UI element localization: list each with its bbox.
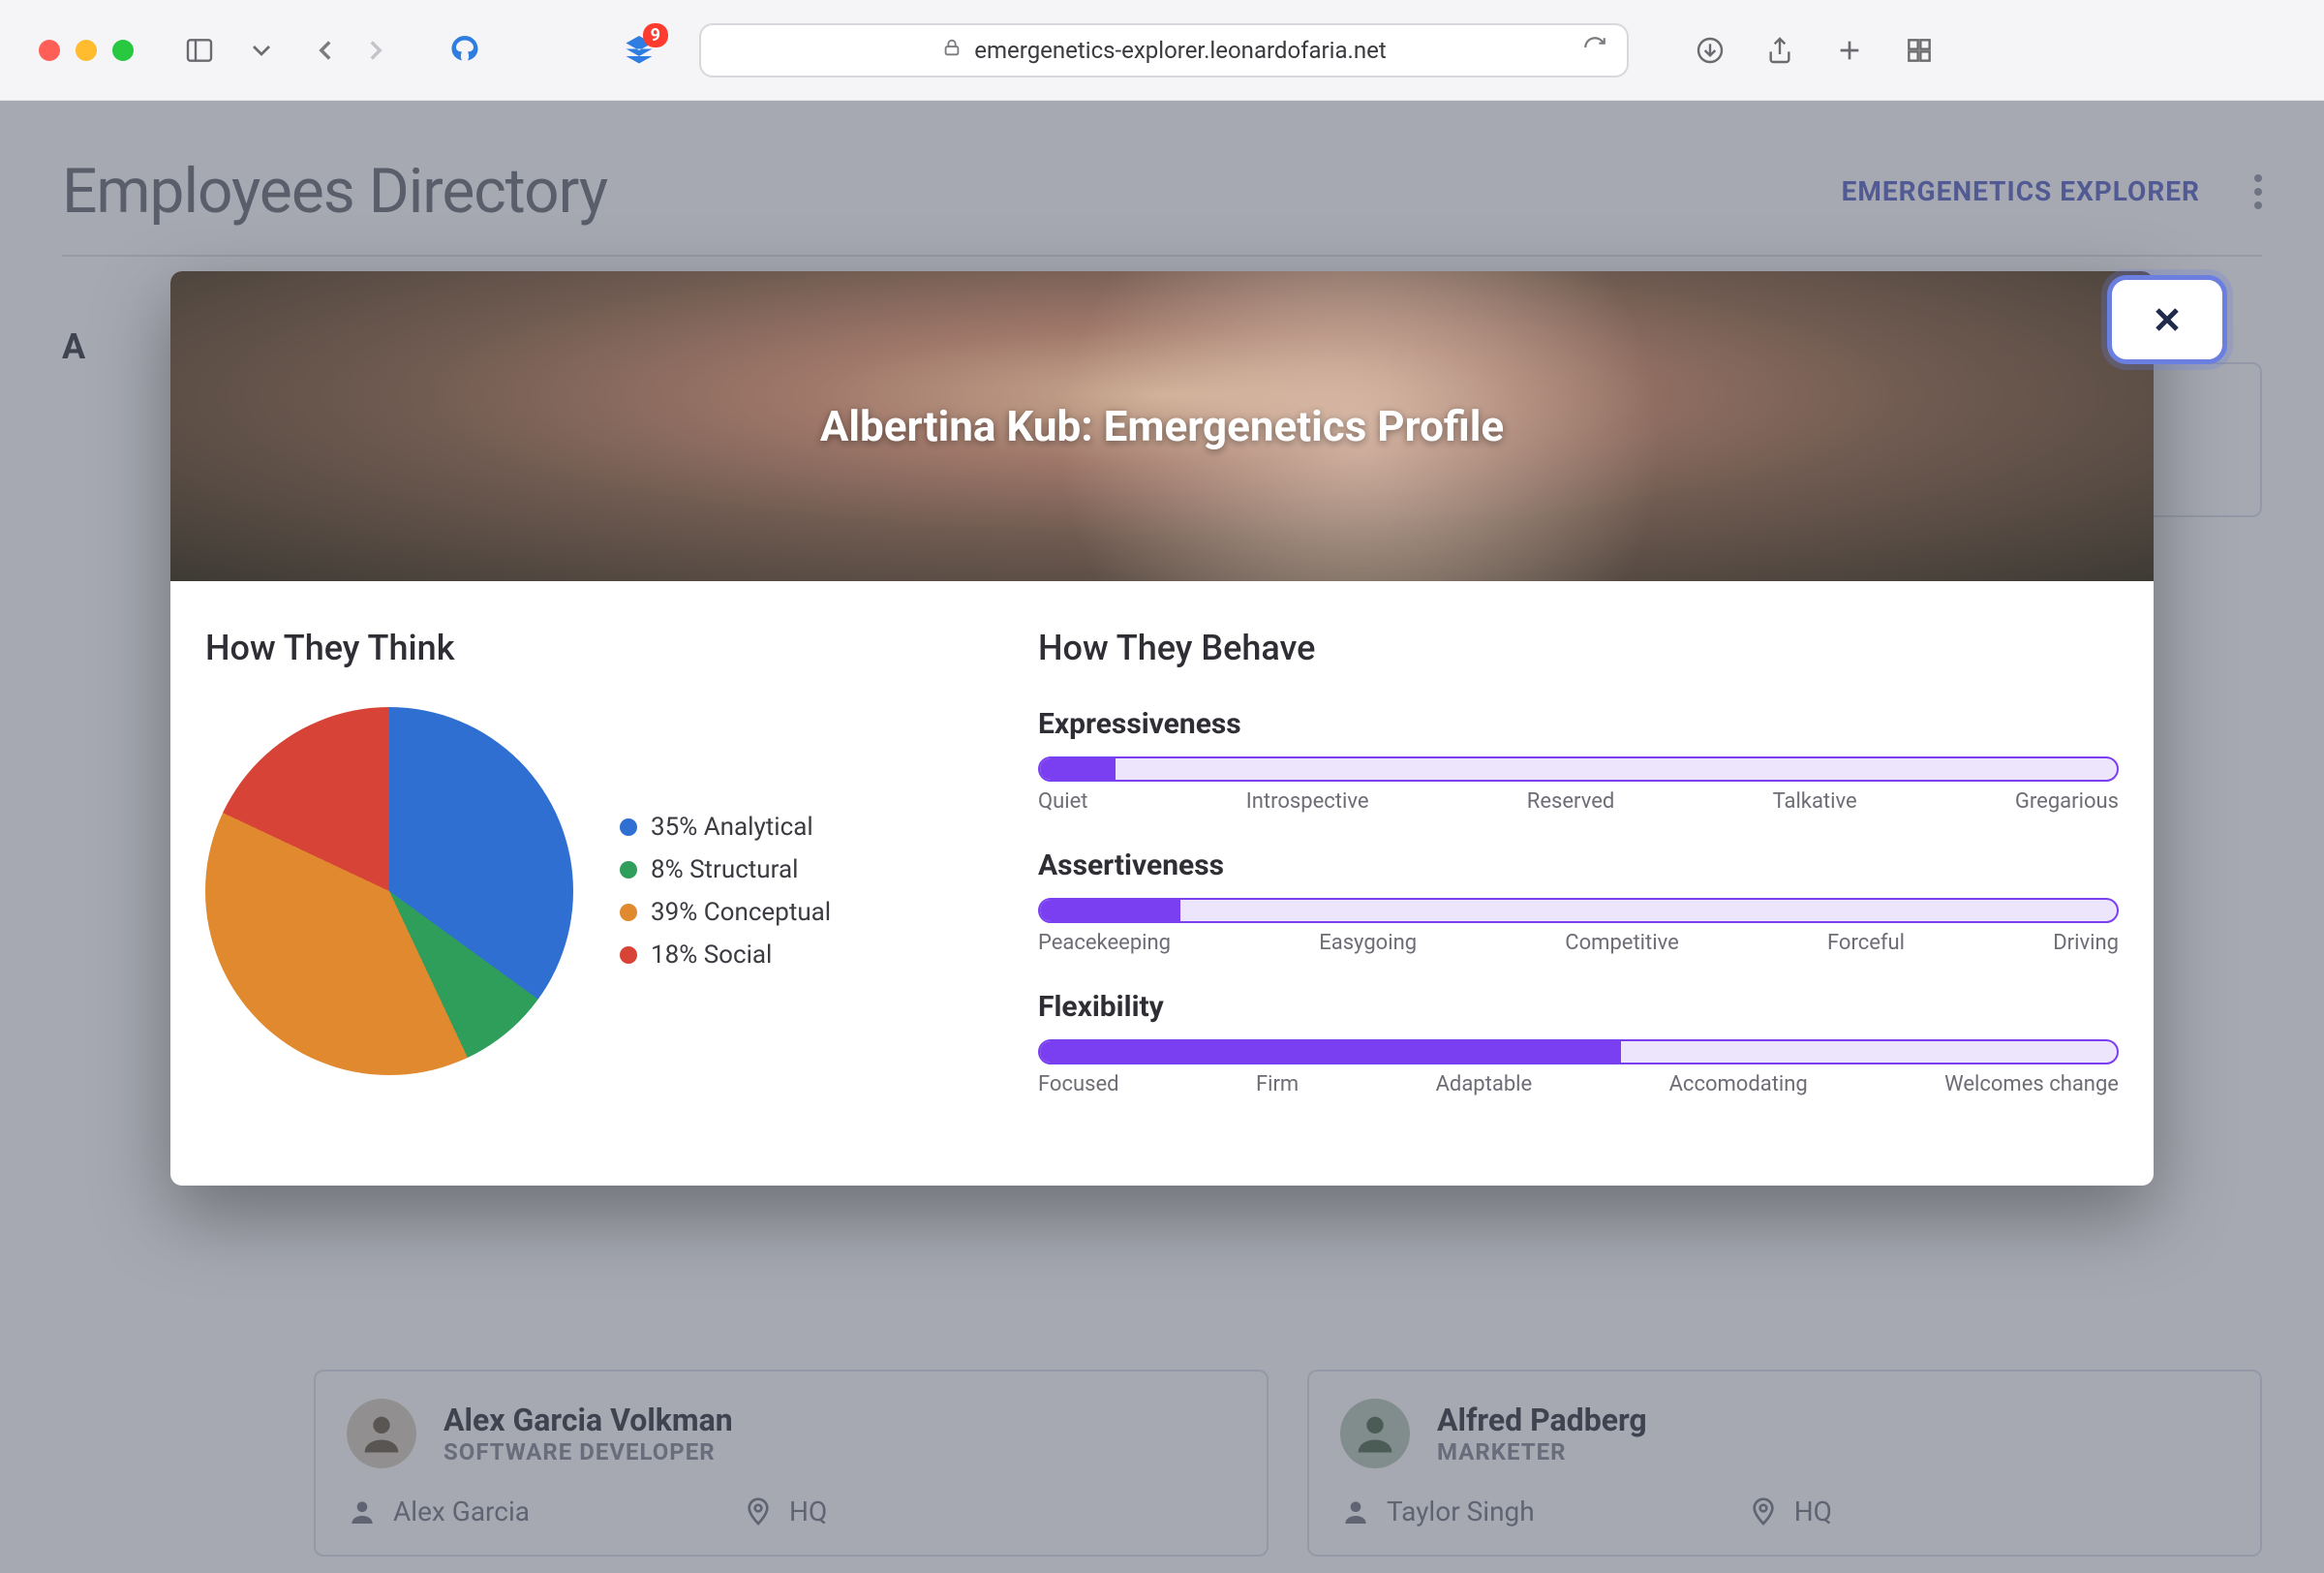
legend-item: 39% Conceptual	[620, 898, 831, 927]
behaviour-scale-label: Forceful	[1827, 931, 1905, 955]
profile-modal: Albertina Kub: Emergenetics Profile How …	[170, 271, 2154, 1186]
behaviour-bar-fill	[1040, 1041, 1621, 1063]
sidebar-toggle-icon[interactable]	[180, 31, 219, 70]
legend-item: 8% Structural	[620, 855, 831, 884]
behaviour-bar	[1038, 898, 2119, 923]
behaviour-label: Assertiveness	[1038, 848, 2119, 882]
behaviour-bar-fill	[1040, 758, 1116, 780]
behaviour-group: Assertiveness Peacekeeping Easygoing Compet…	[1038, 848, 2119, 955]
behaviour-bar	[1038, 1039, 2119, 1064]
behaviour-scale-label: Gregarious	[2015, 789, 2119, 814]
behaviour-label: Expressiveness	[1038, 707, 2119, 741]
behaviour-scale-label: Introspective	[1246, 789, 1369, 814]
window-controls	[39, 40, 134, 61]
think-title: How They Think	[205, 628, 999, 668]
behaviour-scale-label: Focused	[1038, 1072, 1119, 1096]
behaviour-group: Expressiveness Quiet Introspective Reserved…	[1038, 707, 2119, 814]
page-content: Employees Directory EMERGENETICS EXPLORE…	[0, 101, 2324, 1573]
how-they-think-section: How They Think 35% Analytical 8% Structur…	[205, 628, 999, 1131]
behaviour-scale-label: Reserved	[1527, 789, 1614, 814]
share-icon[interactable]	[1760, 31, 1799, 70]
browser-chrome: 9 emergenetics-explorer.leonardofaria.ne…	[0, 0, 2324, 101]
behaviour-scale-label: Accomodating	[1669, 1072, 1808, 1096]
behaviour-scale: Quiet Introspective Reserved Talkative Grega…	[1038, 789, 2119, 814]
lock-icon	[941, 37, 963, 64]
modal-hero: Albertina Kub: Emergenetics Profile	[170, 271, 2154, 581]
how-they-behave-section: How They Behave Expressiveness Quiet Intro…	[1038, 628, 2119, 1131]
behaviour-scale-label: Adaptable	[1436, 1072, 1533, 1096]
close-icon	[2148, 300, 2186, 339]
site-favicon-icon[interactable]	[447, 33, 482, 68]
close-button[interactable]	[2107, 275, 2227, 364]
legend-swatch	[620, 818, 637, 836]
legend-label: 35% Analytical	[651, 813, 813, 842]
thinking-pie-chart	[205, 707, 573, 1075]
behaviour-scale-label: Competitive	[1565, 931, 1678, 955]
nav-back-button[interactable]	[304, 29, 347, 72]
window-minimize-button[interactable]	[76, 40, 97, 61]
legend-swatch	[620, 946, 637, 964]
behaviour-scale-label: Quiet	[1038, 789, 1087, 814]
behaviour-scale-label: Driving	[2053, 931, 2119, 955]
chevron-down-icon[interactable]	[242, 31, 281, 70]
behaviour-scale-label: Firm	[1256, 1072, 1299, 1096]
url-bar[interactable]: emergenetics-explorer.leonardofaria.net	[699, 23, 1629, 77]
behaviour-scale: Focused Firm Adaptable Accomodating Welcomes…	[1038, 1072, 2119, 1096]
modal-title: Albertina Kub: Emergenetics Profile	[820, 401, 1504, 451]
pie-legend: 35% Analytical 8% Structural 39% Conceptua…	[620, 813, 831, 970]
behaviour-scale: Peacekeeping Easygoing Competitive Forceful…	[1038, 931, 2119, 955]
window-close-button[interactable]	[39, 40, 60, 61]
reload-icon[interactable]	[1582, 35, 1607, 66]
url-text: emergenetics-explorer.leonardofaria.net	[974, 37, 1386, 64]
behaviour-scale-label: Welcomes change	[1944, 1072, 2119, 1096]
downloads-icon[interactable]	[1691, 31, 1729, 70]
legend-label: 39% Conceptual	[651, 898, 831, 927]
behaviour-label: Flexibility	[1038, 990, 2119, 1024]
behaviour-group: Flexibility Focused Firm Adaptable Accomodat…	[1038, 990, 2119, 1096]
nav-forward-button[interactable]	[354, 29, 397, 72]
behaviour-scale-label: Talkative	[1773, 789, 1857, 814]
modal-overlay[interactable]: Albertina Kub: Emergenetics Profile How …	[0, 101, 2324, 1573]
legend-label: 18% Social	[651, 941, 772, 970]
extension-icon[interactable]: 9	[622, 33, 657, 68]
behaviour-bar	[1038, 756, 2119, 782]
legend-item: 35% Analytical	[620, 813, 831, 842]
new-tab-icon[interactable]	[1830, 31, 1869, 70]
legend-swatch	[620, 861, 637, 879]
extension-badge: 9	[643, 23, 668, 47]
legend-swatch	[620, 904, 637, 921]
behaviour-scale-label: Peacekeeping	[1038, 931, 1171, 955]
behaviour-scale-label: Easygoing	[1319, 931, 1417, 955]
behave-title: How They Behave	[1038, 628, 2119, 668]
legend-item: 18% Social	[620, 941, 831, 970]
legend-label: 8% Structural	[651, 855, 798, 884]
tab-overview-icon[interactable]	[1900, 31, 1939, 70]
window-zoom-button[interactable]	[112, 40, 134, 61]
behaviour-bar-fill	[1040, 900, 1180, 921]
